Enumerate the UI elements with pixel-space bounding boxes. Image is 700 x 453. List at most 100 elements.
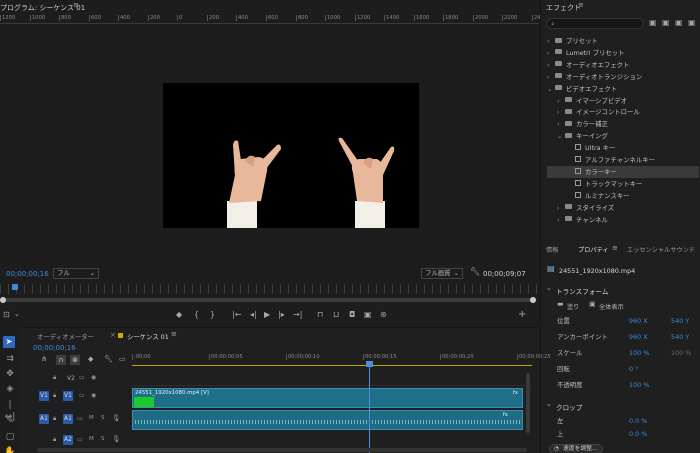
lift-icon[interactable]: ⊓	[317, 311, 323, 319]
timeline-playhead-head[interactable]	[366, 361, 373, 367]
timeline-timecode[interactable]: 00;00;00;16	[33, 344, 76, 352]
video-clip[interactable]: 24551_1920x1080.mp4 [V] fx	[132, 388, 523, 408]
property-value[interactable]: 540 Y	[671, 331, 689, 343]
chevron-down-icon[interactable]: ⌄	[546, 285, 552, 292]
chevron-right-icon[interactable]: ›	[547, 59, 555, 71]
chevron-down-icon[interactable]: ⌄	[14, 311, 20, 318]
panel-menu-icon[interactable]: ≡	[73, 2, 79, 9]
mute-button[interactable]: M	[89, 415, 94, 421]
fill-label[interactable]: 全体表示	[599, 302, 624, 311]
pen-tool-icon[interactable]: ✎	[4, 415, 16, 427]
scroll-handle-left[interactable]	[0, 297, 6, 303]
tab-info[interactable]: 情報	[546, 245, 558, 254]
chevron-right-icon[interactable]: ›	[557, 106, 565, 118]
chevron-right-icon[interactable]: ›	[547, 71, 555, 83]
rectangle-tool-icon[interactable]: ▢	[4, 431, 16, 443]
track-lock-icon[interactable]: 🔒︎	[53, 374, 56, 382]
slip-tool-icon[interactable]: |↔|	[4, 399, 16, 422]
effects-tree-item[interactable]: カラーキー	[547, 165, 699, 178]
property-value[interactable]: 960 X	[629, 331, 648, 343]
chevron-right-icon[interactable]: ›	[547, 47, 555, 59]
track-a1-target-button[interactable]: A1	[63, 414, 73, 424]
fit-dropdown[interactable]: フル ⌄	[53, 268, 99, 279]
panel-menu-icon[interactable]: ≡	[171, 331, 177, 338]
camera-icon[interactable]: ◘	[349, 311, 355, 319]
eye-icon[interactable]: ◉	[91, 374, 96, 381]
solo-button[interactable]: S	[101, 415, 105, 421]
add-marker-icon[interactable]: ◆	[88, 356, 93, 363]
program-scrub-ruler[interactable]	[0, 284, 539, 294]
captions-icon[interactable]: ▭	[119, 356, 126, 363]
go-to-in-icon[interactable]: |←	[232, 311, 241, 319]
panel-menu-icon[interactable]: ≡	[578, 2, 584, 9]
track-select-tool-icon[interactable]: ⇉	[4, 353, 16, 365]
chevron-right-icon[interactable]: ›	[557, 202, 565, 214]
chevron-down-icon[interactable]: ⌄	[557, 130, 565, 142]
play-icon[interactable]: ▶	[264, 311, 270, 319]
tab-properties[interactable]: プロパティ	[578, 245, 609, 254]
effects-tree-item[interactable]: ⌄ キーイング	[547, 130, 608, 142]
microphone-icon[interactable]: 🎙︎	[112, 414, 120, 422]
chevron-down-icon[interactable]: ⌄	[546, 401, 552, 408]
add-button-icon[interactable]: +	[518, 310, 526, 320]
chevron-down-icon[interactable]: ⌄	[547, 83, 555, 95]
property-value[interactable]: 0.0 %	[629, 428, 647, 440]
fit-frame-icon[interactable]: ▣	[589, 301, 596, 308]
track-lock-icon[interactable]: 🔒︎	[53, 392, 56, 400]
audio-clip[interactable]: fx	[132, 410, 523, 430]
out-point-icon[interactable]: }	[210, 311, 215, 319]
property-value[interactable]: 960 X	[629, 315, 648, 327]
tab-sequence-01[interactable]: シーケンス 01	[127, 332, 169, 341]
quality-dropdown[interactable]: フル画質 ⌄	[421, 268, 463, 279]
tab-audio-meter[interactable]: オーディオメーター	[37, 332, 94, 341]
program-scrub-bar[interactable]	[2, 298, 532, 302]
hand-tool-icon[interactable]: ✋	[4, 446, 16, 453]
effects-tree-item[interactable]: ルミナンスキー	[547, 190, 630, 202]
timeline-settings-icon[interactable]: 🔧︎	[104, 356, 113, 363]
scroll-handle-right[interactable]	[530, 297, 536, 303]
effects-tree-item[interactable]: › スタイライズ	[547, 202, 614, 214]
program-playhead-marker[interactable]	[12, 284, 18, 290]
effects-tree-item[interactable]: Ultra キー	[547, 142, 615, 154]
nest-icon[interactable]: ⋔	[41, 356, 47, 363]
timeline-horizontal-scrollbar[interactable]	[37, 448, 527, 452]
track-a2-target-button[interactable]: A2	[63, 435, 73, 445]
marker-icon[interactable]: ◆	[176, 311, 182, 319]
effects-tree-item[interactable]: › イマーシブビデオ	[547, 95, 627, 107]
effects-tree-item[interactable]: › オーディオトランジション	[547, 71, 642, 83]
effects-search-input[interactable]: ⌕	[546, 18, 644, 29]
microphone-icon[interactable]: 🎙︎	[112, 435, 120, 443]
track-sync-icon[interactable]: ▭	[79, 374, 85, 381]
accelerated-effects-icon[interactable]: ▣	[649, 19, 657, 27]
chevron-right-icon[interactable]: ›	[547, 35, 555, 47]
effects-tree-item[interactable]: › カラー補正	[547, 118, 608, 130]
effects-title[interactable]: エフェクト	[546, 3, 581, 13]
mute-button[interactable]: M	[89, 436, 94, 442]
linked-selection-icon[interactable]: ⊗	[70, 355, 80, 365]
selection-tool-icon[interactable]: ➤	[3, 336, 15, 348]
video-frame[interactable]	[163, 83, 419, 228]
comparison-icon[interactable]: ▣	[364, 311, 372, 319]
track-v1-target-button[interactable]: V1	[63, 391, 73, 401]
yuv-effects-icon[interactable]: ▣	[675, 19, 683, 27]
effects-tree-item[interactable]: トラックマットキー	[547, 178, 643, 190]
timeline-playhead[interactable]	[369, 362, 370, 453]
panel-menu-icon[interactable]: ≡	[612, 245, 618, 252]
track-sync-icon[interactable]: ▭	[79, 392, 85, 399]
32bit-effects-icon[interactable]: ▣	[662, 19, 670, 27]
chevron-right-icon[interactable]: ›	[557, 214, 565, 226]
safe-margin-icon[interactable]: ⊡	[3, 311, 10, 319]
chevron-right-icon[interactable]: ›	[557, 118, 565, 130]
track-v2-label[interactable]: V2	[67, 375, 75, 382]
effects-tree-item[interactable]: › オーディオエフェクト	[547, 59, 629, 71]
fit-label[interactable]: 塗り	[567, 302, 579, 311]
extract-icon[interactable]: ⊔	[333, 311, 339, 319]
in-point-icon[interactable]: {	[194, 311, 199, 319]
chevron-right-icon[interactable]: ›	[557, 95, 565, 107]
effects-tree-item[interactable]: › イメージコントロール	[547, 106, 640, 118]
program-timecode[interactable]: 00;00;00;16	[6, 270, 49, 278]
go-to-out-icon[interactable]: →|	[293, 311, 302, 319]
timeline-ruler[interactable]: :00;00 00;00;00;05 00;00;00;10 00;00;00;15 0…	[132, 353, 551, 367]
property-value[interactable]: 0.0 %	[629, 415, 647, 427]
tab-essential-sound[interactable]: エッセンシャルサウンド	[627, 245, 695, 254]
